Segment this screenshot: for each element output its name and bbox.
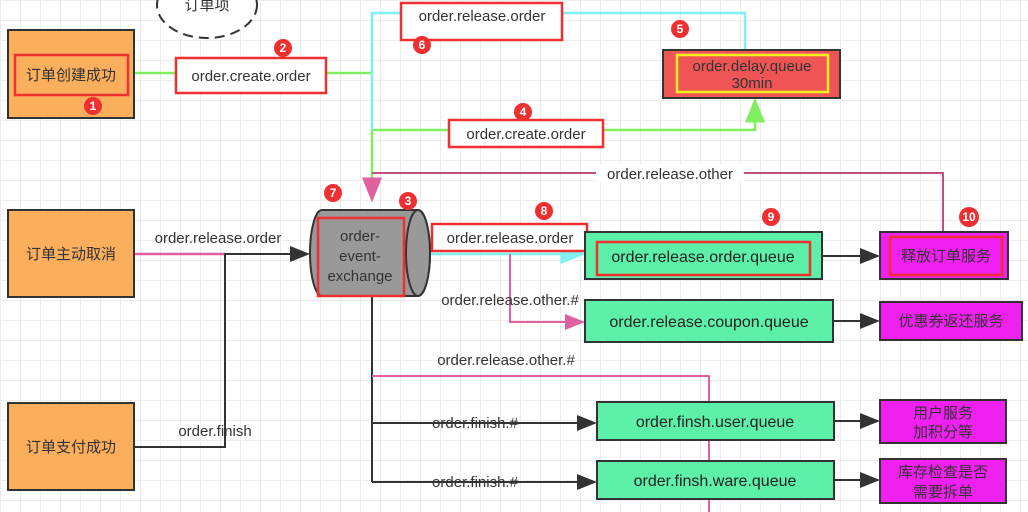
service-label: 用户服务 — [913, 405, 973, 422]
service-coupon-return[interactable]: 优惠券返还服务 — [879, 301, 1023, 341]
diagram-canvas: 订单项 订单创建成功 订单主动取消 订单支付成功 order.create.or… — [0, 0, 1028, 512]
finish-line — [134, 246, 310, 448]
route-label: order.release.other.# — [437, 352, 575, 369]
queue-finish-user[interactable]: order.finsh.user.queue — [596, 401, 835, 441]
exchange-label: exchange — [327, 268, 392, 285]
exchange-label: order- — [340, 228, 380, 245]
svg-text:6: 6 — [419, 38, 426, 52]
svg-text:10: 10 — [962, 210, 976, 224]
route-label: order.finish.# — [432, 474, 519, 491]
delay-queue-ttl: 30min — [732, 75, 773, 92]
svg-text:1: 1 — [90, 99, 97, 113]
svg-text:2: 2 — [280, 41, 287, 55]
route-label: order.create.order — [466, 126, 585, 143]
step-badge: 3 — [399, 192, 417, 210]
svg-text:8: 8 — [541, 204, 548, 218]
svg-text:3: 3 — [405, 194, 412, 208]
delay-queue[interactable]: order.delay.queue 30min — [662, 49, 841, 99]
order-item-label: 订单项 — [184, 0, 229, 14]
producer-order-paid[interactable]: 订单支付成功 — [7, 402, 135, 491]
queue-label: order.finsh.ware.queue — [634, 473, 797, 490]
svg-text:7: 7 — [330, 186, 337, 200]
queue-label: order.finsh.user.queue — [636, 414, 794, 431]
delay-queue-name: order.delay.queue — [693, 58, 812, 75]
queue-label: order.release.order.queue — [611, 249, 794, 266]
order-event-exchange[interactable]: order- event- exchange — [309, 209, 431, 298]
step-badge: 6 — [413, 36, 431, 54]
step-badge: 5 — [671, 20, 689, 38]
step-badge: 1 — [84, 97, 102, 115]
release-other-coupon-line — [509, 254, 585, 330]
route-label: order.release.order — [447, 230, 574, 247]
service-label: 优惠券返还服务 — [898, 313, 1003, 330]
svg-text:9: 9 — [768, 210, 775, 224]
route-label: order.release.other — [607, 166, 733, 183]
route-label: order.release.order — [155, 230, 282, 247]
queue-finish-ware[interactable]: order.finsh.ware.queue — [596, 460, 835, 500]
service-release-order[interactable]: 释放订单服务 — [879, 231, 1009, 280]
producer-label: 订单支付成功 — [26, 439, 116, 456]
flow-diagram: 订单项 订单创建成功 订单主动取消 订单支付成功 order.create.or… — [7, 0, 1023, 512]
svg-text:5: 5 — [677, 22, 684, 36]
queue-release-coupon[interactable]: order.release.coupon.queue — [584, 299, 834, 343]
producer-order-cancelled[interactable]: 订单主动取消 — [7, 209, 135, 298]
route-label: order.finish — [178, 423, 251, 440]
step-badge: 4 — [514, 103, 532, 121]
producer-label: 订单创建成功 — [26, 67, 116, 84]
route-label: order.create.order — [191, 68, 310, 85]
service-label: 加积分等 — [913, 423, 973, 441]
producer-label: 订单主动取消 — [26, 246, 116, 263]
route-label: order.finish.# — [432, 415, 519, 432]
service-label: 释放订单服务 — [901, 248, 991, 265]
queue-release-order[interactable]: order.release.order.queue — [584, 231, 823, 280]
step-badge: 7 — [324, 184, 342, 202]
service-label: 需要拆单 — [913, 484, 973, 501]
route-label: order.release.order — [419, 8, 546, 25]
route-label: order.release.other.# — [441, 292, 579, 309]
queue-label: order.release.coupon.queue — [609, 314, 808, 331]
step-badge: 10 — [959, 207, 979, 227]
service-ware[interactable]: 库存检查是否 需要拆单 — [879, 458, 1007, 504]
exchange-label: event- — [339, 248, 381, 265]
step-badge: 8 — [535, 202, 553, 220]
step-badge: 9 — [762, 208, 780, 226]
svg-text:4: 4 — [520, 105, 527, 119]
step-badge: 2 — [274, 39, 292, 57]
service-label: 库存检查是否 — [898, 464, 988, 481]
service-user[interactable]: 用户服务 加积分等 — [879, 399, 1007, 444]
producer-order-created[interactable]: 订单创建成功 — [7, 29, 135, 119]
